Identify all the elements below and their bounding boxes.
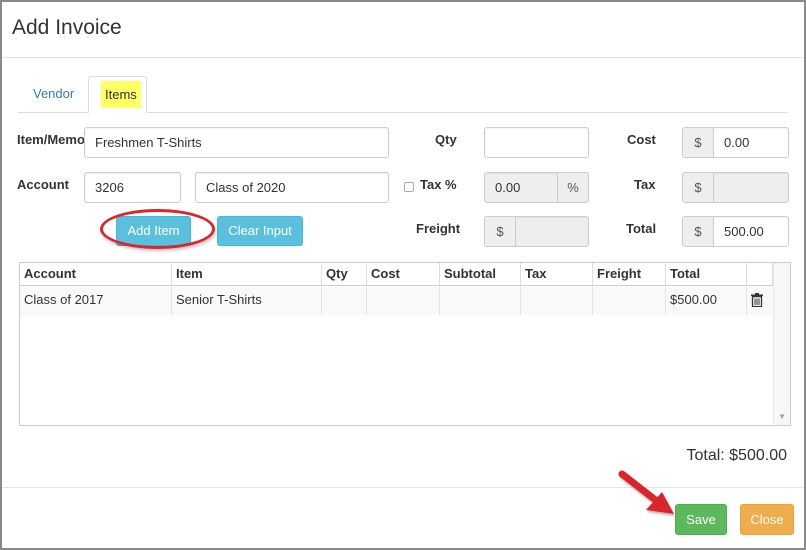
trash-icon (751, 293, 763, 308)
footer-divider (2, 487, 804, 488)
column-header-freight[interactable]: Freight (593, 263, 666, 285)
tax-percent-label: Tax % (420, 177, 457, 192)
tab-vendor[interactable]: Vendor (21, 76, 86, 113)
item-memo-input[interactable]: Freshmen T-Shirts (84, 127, 389, 158)
account-label: Account (17, 177, 69, 192)
add-item-highlight-ring (100, 209, 215, 249)
cost-input[interactable]: 0.00 (713, 127, 789, 158)
row-qty-cell (322, 287, 367, 315)
delete-row-button[interactable] (747, 287, 773, 315)
account-name-input[interactable]: Class of 2020 (195, 172, 389, 203)
column-header-cost[interactable]: Cost (367, 263, 440, 285)
add-invoice-dialog: Add Invoice Vendor Items Item/Memo Fresh… (0, 0, 806, 550)
table-row[interactable]: Class of 2017 Senior T-Shirts $500.00 (20, 287, 790, 315)
cost-currency-addon: $ (682, 127, 713, 158)
row-total-cell: $500.00 (666, 287, 747, 315)
row-item-cell: Senior T-Shirts (172, 287, 322, 315)
column-header-tax[interactable]: Tax (521, 263, 593, 285)
column-header-account[interactable]: Account (20, 263, 172, 285)
column-header-item[interactable]: Item (172, 263, 322, 285)
account-number-input[interactable]: 3206 (84, 172, 181, 203)
tax-percent-addon: % (558, 172, 589, 203)
item-memo-label: Item/Memo (17, 132, 85, 147)
invoice-total-summary: Total: $500.00 (686, 447, 787, 464)
column-header-actions (747, 263, 773, 285)
total-currency-addon: $ (682, 216, 713, 247)
row-subtotal-cell (440, 287, 521, 315)
column-header-total[interactable]: Total (666, 263, 747, 285)
tab-items[interactable]: Items (88, 76, 147, 113)
row-freight-cell (593, 287, 666, 315)
items-table: Account Item Qty Cost Subtotal Tax Freig… (19, 262, 791, 426)
freight-currency-addon: $ (484, 216, 515, 247)
save-button[interactable]: Save (675, 504, 727, 535)
tab-bar: Vendor Items (18, 76, 788, 113)
tax-currency-addon: $ (682, 172, 713, 203)
tab-items-label: Items (101, 81, 141, 108)
qty-label: Qty (435, 132, 457, 147)
freight-input[interactable] (515, 216, 589, 247)
total-input[interactable]: 500.00 (713, 216, 789, 247)
dialog-title: Add Invoice (12, 16, 122, 39)
column-header-subtotal[interactable]: Subtotal (440, 263, 521, 285)
table-scrollbar[interactable]: ▼ (773, 263, 790, 425)
tax-label: Tax (634, 177, 656, 192)
row-account-cell: Class of 2017 (20, 287, 172, 315)
tax-input[interactable] (713, 172, 789, 203)
row-tax-cell (521, 287, 593, 315)
red-arrow-annotation-icon (618, 470, 674, 514)
scroll-down-arrow-icon[interactable]: ▼ (778, 412, 786, 421)
total-label: Total (626, 221, 657, 236)
tax-checkbox[interactable] (404, 182, 414, 192)
column-header-qty[interactable]: Qty (322, 263, 367, 285)
close-button[interactable]: Close (740, 504, 794, 535)
clear-input-button[interactable]: Clear Input (217, 216, 303, 246)
freight-label: Freight (416, 221, 461, 236)
cost-label: Cost (627, 132, 656, 147)
table-header: Account Item Qty Cost Subtotal Tax Freig… (20, 263, 790, 286)
tax-percent-input[interactable]: 0.00 (484, 172, 558, 203)
dialog-header: Add Invoice (2, 2, 804, 58)
row-cost-cell (367, 287, 440, 315)
qty-input[interactable] (484, 127, 589, 158)
